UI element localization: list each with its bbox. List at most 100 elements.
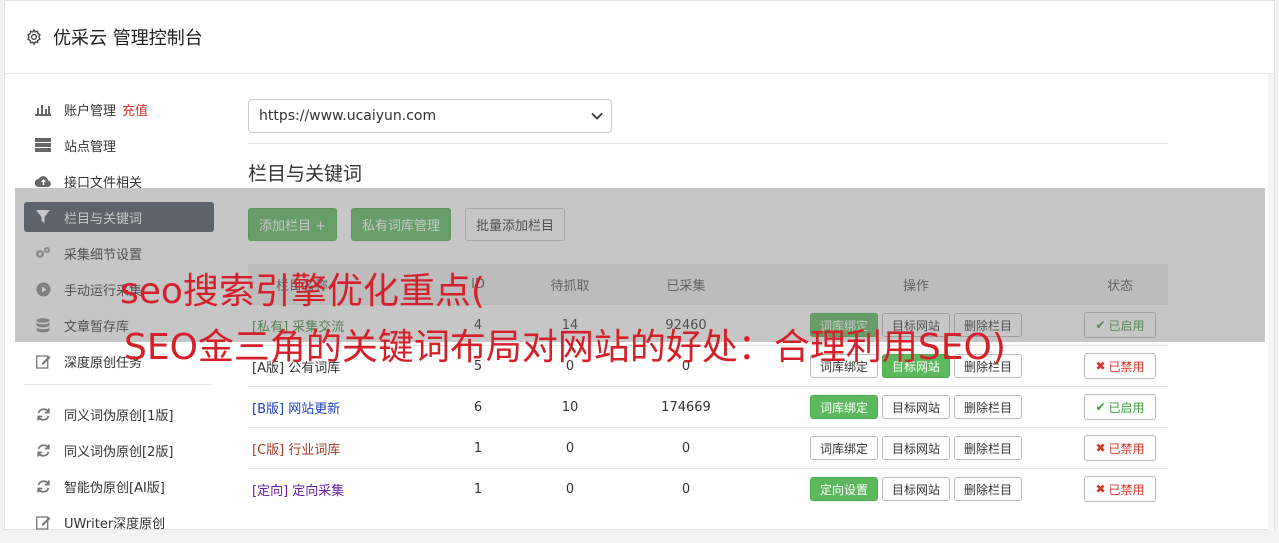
column-tag: [私有]: [252, 319, 289, 335]
edit-icon: [34, 513, 52, 531]
col-header-pending: 待抓取: [528, 264, 612, 305]
add-column-button[interactable]: 添加栏目 +: [248, 208, 338, 241]
target-site-button[interactable]: 目标网站: [881, 436, 950, 460]
scrollbar[interactable]: [1268, 74, 1274, 531]
cogs-icon: [34, 244, 52, 262]
column-name: 采集交流: [292, 319, 345, 335]
collected-cell: 0: [612, 345, 760, 387]
table-row: [定向] 定向采集 1 0 0 定向设置 目标网站 删除栏目 ✖ 已禁用: [248, 468, 1168, 509]
refresh-icon: [34, 477, 52, 495]
directed-settings-button[interactable]: 定向设置: [809, 477, 878, 501]
target-site-button[interactable]: 目标网站: [881, 354, 950, 378]
column-name-cell[interactable]: [C版] 行业词库: [248, 427, 428, 469]
status-label: 已启用: [1108, 400, 1145, 415]
filter-icon: [34, 208, 52, 226]
pending-cell[interactable]: 0: [528, 468, 612, 509]
bind-lexicon-button[interactable]: 词库绑定: [809, 395, 878, 419]
sidebar-item-label: 栏目与关键词: [64, 211, 143, 227]
delete-column-button[interactable]: 删除栏目: [954, 354, 1023, 378]
status-cell: ✖ 已禁用: [1072, 345, 1168, 387]
sidebar-item-label: 同义词伪原创[1版]: [64, 408, 174, 424]
table-row: [私有] 采集交流 4 14 92460 词库绑定 目标网站 删除栏目 ✔ 已启用: [248, 304, 1168, 346]
column-tag: [A版]: [252, 360, 285, 376]
sidebar-item-label: 手动运行采集: [64, 283, 143, 299]
pending-cell[interactable]: 10: [528, 386, 612, 428]
cloud-upload-icon: [34, 172, 52, 190]
ops-cell: 词库绑定 目标网站 删除栏目: [760, 427, 1072, 469]
pending-cell[interactable]: 0: [528, 345, 612, 387]
sidebar-item-manual-run[interactable]: 手动运行采集: [24, 274, 214, 304]
recharge-link[interactable]: 充值: [122, 100, 148, 119]
target-site-button[interactable]: 目标网站: [881, 477, 950, 501]
private-lib-button[interactable]: 私有词库管理: [351, 208, 452, 241]
column-name-cell[interactable]: [私有] 采集交流: [248, 304, 428, 346]
status-toggle[interactable]: ✖ 已禁用: [1084, 435, 1156, 461]
table-row: [B版] 网站更新 6 10 174669 词库绑定 目标网站 删除栏目 ✔ 已启…: [248, 386, 1168, 428]
status-label: 已禁用: [1108, 441, 1145, 456]
gear-icon: [27, 28, 41, 46]
server-icon: [34, 136, 52, 154]
close-icon: ✖: [1095, 482, 1106, 496]
column-name-cell[interactable]: [B版] 网站更新: [248, 386, 428, 428]
id-cell: 1: [428, 427, 528, 469]
delete-column-button[interactable]: 删除栏目: [954, 477, 1023, 501]
close-icon: ✖: [1095, 441, 1106, 455]
sidebar-item-interface[interactable]: 接口文件相关: [24, 166, 214, 196]
status-toggle[interactable]: ✔ 已启用: [1084, 312, 1156, 338]
site-select[interactable]: https://www.ucaiyun.com: [248, 99, 612, 133]
edit-icon: [34, 352, 52, 370]
sidebar-item-deep-original[interactable]: 深度原创任务: [24, 346, 214, 376]
sidebar-item-uwriter[interactable]: UWriter深度原创: [24, 507, 214, 537]
sidebar-item-synonym-v1[interactable]: 同义词伪原创[1版]: [24, 399, 214, 429]
sidebar-item-account[interactable]: 账户管理 充值: [24, 94, 214, 124]
sidebar-item-label: 文章暂存库: [64, 319, 130, 335]
pending-cell[interactable]: 14: [528, 304, 612, 346]
refresh-icon: [34, 405, 52, 423]
column-tag: [C版]: [252, 442, 285, 458]
delete-column-button[interactable]: 删除栏目: [954, 395, 1023, 419]
col-header-ops: 操作: [760, 264, 1072, 305]
column-name-cell[interactable]: [定向] 定向采集: [248, 468, 428, 509]
col-header-id: ID: [428, 264, 528, 305]
column-name-cell[interactable]: [A版] 公有词库: [248, 345, 428, 387]
collected-cell: 0: [612, 468, 760, 509]
column-name: 公有词库: [288, 360, 341, 376]
status-label: 已禁用: [1108, 359, 1145, 374]
action-buttons: 添加栏目 + 私有词库管理 批量添加栏目: [248, 208, 566, 241]
col-header-status: 状态: [1072, 264, 1168, 305]
sidebar-item-label: UWriter深度原创: [64, 516, 166, 532]
sidebar: 账户管理 充值 站点管理 接口文件相关 栏目与关键词 采集细节设置 手动运行采集: [24, 94, 214, 543]
target-site-button[interactable]: 目标网站: [881, 395, 950, 419]
sidebar-item-sites[interactable]: 站点管理: [24, 130, 214, 160]
delete-column-button[interactable]: 删除栏目: [954, 436, 1023, 460]
status-cell: ✔ 已启用: [1072, 304, 1168, 346]
sidebar-item-label: 智能伪原创[AI版]: [64, 480, 165, 496]
columns-table: 栏目名称 ID 待抓取 已采集 操作 状态 [私有] 采集交流 4 14 924…: [248, 264, 1168, 509]
column-tag: [定向]: [252, 483, 289, 499]
sidebar-item-article-store[interactable]: 文章暂存库: [24, 310, 214, 340]
table-header-row: 栏目名称 ID 待抓取 已采集 操作 状态: [248, 264, 1168, 305]
status-label: 已启用: [1108, 318, 1145, 333]
pending-cell[interactable]: 0: [528, 427, 612, 469]
bind-lexicon-button[interactable]: 词库绑定: [809, 436, 878, 460]
bind-lexicon-button[interactable]: 词库绑定: [809, 313, 878, 337]
sidebar-item-ai-rewrite[interactable]: 智能伪原创[AI版]: [24, 471, 214, 501]
delete-column-button[interactable]: 删除栏目: [954, 313, 1023, 337]
sidebar-item-synonym-v2[interactable]: 同义词伪原创[2版]: [24, 435, 214, 465]
column-name: 行业词库: [288, 442, 341, 458]
sidebar-item-label: 深度原创任务: [64, 355, 143, 371]
status-toggle[interactable]: ✖ 已禁用: [1084, 353, 1156, 379]
bind-lexicon-button[interactable]: 词库绑定: [809, 354, 878, 378]
batch-add-button[interactable]: 批量添加栏目: [465, 208, 566, 241]
sidebar-item-label: 接口文件相关: [64, 175, 143, 191]
status-toggle[interactable]: ✖ 已禁用: [1084, 476, 1156, 502]
sidebar-item-columns[interactable]: 栏目与关键词: [24, 202, 214, 232]
target-site-button[interactable]: 目标网站: [881, 313, 950, 337]
sidebar-item-collect-settings[interactable]: 采集细节设置: [24, 238, 214, 268]
col-header-collected: 已采集: [612, 264, 760, 305]
status-toggle[interactable]: ✔ 已启用: [1084, 394, 1156, 420]
divider: [248, 143, 1168, 144]
play-circle-icon: [34, 280, 52, 298]
id-cell: 6: [428, 386, 528, 428]
sidebar-item-label: 同义词伪原创[2版]: [64, 444, 174, 460]
